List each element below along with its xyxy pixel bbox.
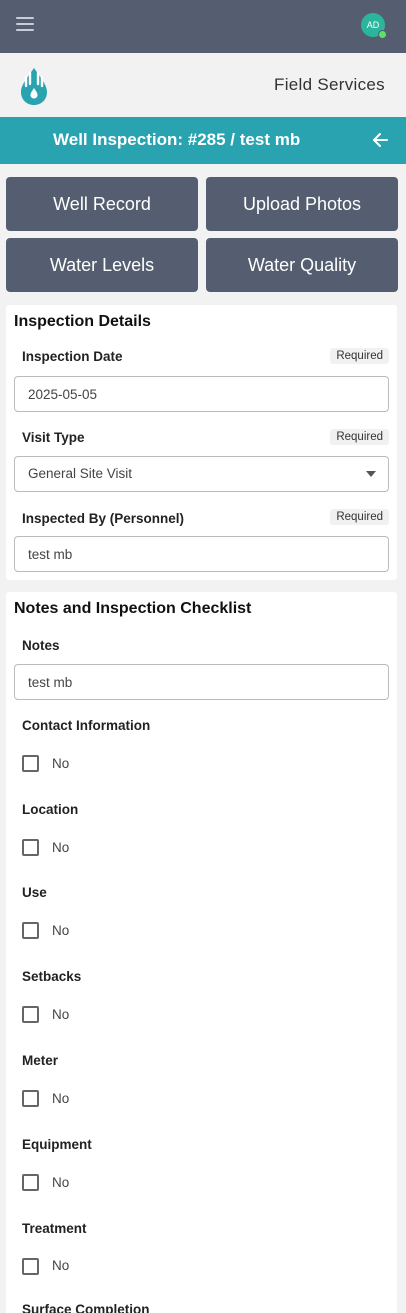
meter-checkbox[interactable] xyxy=(22,1090,39,1107)
setbacks-checkbox[interactable] xyxy=(22,1006,39,1023)
page-header: Well Inspection: #285 / test mb xyxy=(0,117,406,164)
checklist-item-label: Location xyxy=(22,802,79,817)
checklist-card: Notes and Inspection Checklist Notes Con… xyxy=(6,592,397,1313)
checkbox-value-text: No xyxy=(52,1175,70,1190)
inspected-by-input[interactable] xyxy=(14,536,389,572)
hamburger-menu-icon[interactable] xyxy=(16,17,34,31)
top-app-bar: AD xyxy=(0,0,406,53)
section-title: Inspection Details xyxy=(14,313,151,330)
checklist-item-label: Contact Information xyxy=(22,718,151,733)
contact-information-checkbox[interactable] xyxy=(22,755,39,772)
inspection-date-label: Inspection Date xyxy=(22,349,123,364)
checkbox-value-text: No xyxy=(52,756,70,771)
required-badge: Required xyxy=(330,348,389,364)
required-badge: Required xyxy=(330,509,389,525)
location-checkbox[interactable] xyxy=(22,839,39,856)
checklist-item-label: Equipment xyxy=(22,1137,92,1152)
dropdown-caret-icon xyxy=(366,471,376,477)
online-status-dot xyxy=(378,30,387,39)
use-checkbox[interactable] xyxy=(22,922,39,939)
user-avatar[interactable]: AD xyxy=(361,13,387,39)
water-drop-hand-logo-icon xyxy=(21,68,47,105)
visit-type-value: General Site Visit xyxy=(28,466,133,481)
brand-title: Field Services xyxy=(274,75,385,94)
inspection-date-input[interactable] xyxy=(14,376,389,412)
checklist-item-label: Meter xyxy=(22,1053,59,1068)
well-record-button[interactable]: Well Record xyxy=(6,177,198,231)
checklist-item-label: Surface Completion xyxy=(22,1302,150,1313)
brand-bar: Field Services xyxy=(0,53,406,117)
checklist-item-label: Use xyxy=(22,885,47,900)
notes-input[interactable] xyxy=(14,664,389,700)
arrow-left-back-icon[interactable] xyxy=(371,131,389,149)
inspected-by-label: Inspected By (Personnel) xyxy=(22,511,185,526)
checklist-item-label: Treatment xyxy=(22,1221,87,1236)
visit-type-label: Visit Type xyxy=(22,430,85,445)
checkbox-value-text: No xyxy=(52,1007,70,1022)
water-levels-button[interactable]: Water Levels xyxy=(6,238,198,292)
checkbox-value-text: No xyxy=(52,1091,70,1106)
inspection-details-card: Inspection Details Inspection Date Requi… xyxy=(6,305,397,580)
treatment-checkbox[interactable] xyxy=(22,1258,39,1275)
water-quality-button[interactable]: Water Quality xyxy=(206,238,398,292)
page-title: Well Inspection: #285 / test mb xyxy=(53,130,301,149)
required-badge: Required xyxy=(330,429,389,445)
checkbox-value-text: No xyxy=(52,1258,70,1273)
checkbox-value-text: No xyxy=(52,840,70,855)
visit-type-select[interactable]: General Site Visit xyxy=(14,456,389,492)
upload-photos-button[interactable]: Upload Photos xyxy=(206,177,398,231)
checklist-item-label: Setbacks xyxy=(22,969,82,984)
notes-label: Notes xyxy=(22,638,60,653)
avatar-initials: AD xyxy=(366,20,380,30)
section-title: Notes and Inspection Checklist xyxy=(14,600,252,617)
checkbox-value-text: No xyxy=(52,923,70,938)
equipment-checkbox[interactable] xyxy=(22,1174,39,1191)
